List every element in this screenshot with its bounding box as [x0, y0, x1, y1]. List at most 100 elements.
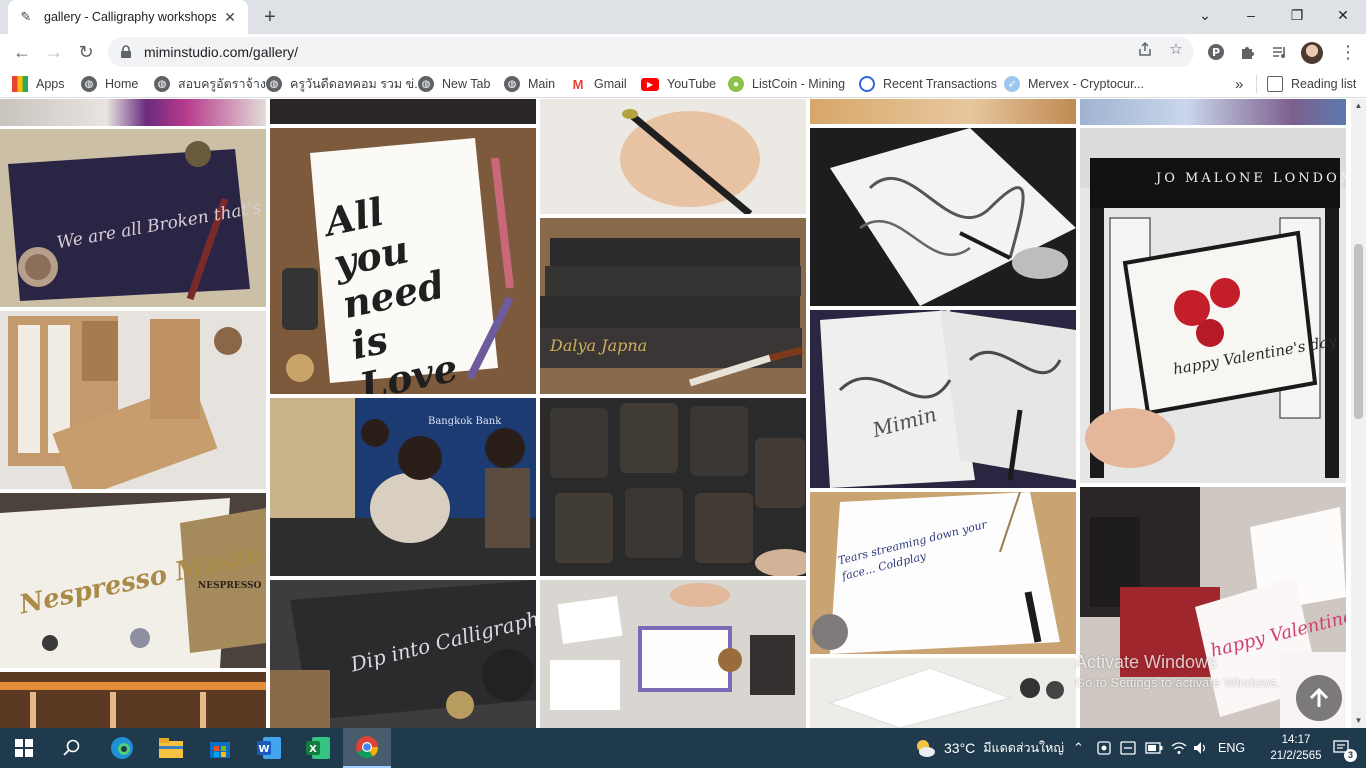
- browser-toolbar: ← → ↻ miminstudio.com/gallery/ ☆ P ⋮: [0, 34, 1366, 70]
- gallery-image[interactable]: Dip into Calligraphy: [270, 580, 536, 728]
- bookmark-mervex[interactable]: ➶ Mervex - Cryptocur...: [1004, 75, 1144, 93]
- bookmark-star-icon[interactable]: ☆: [1164, 38, 1188, 60]
- tab-search-button[interactable]: ⌄: [1182, 0, 1228, 30]
- search-button[interactable]: [48, 728, 96, 768]
- gallery-image[interactable]: [0, 99, 266, 126]
- gallery-grid: We are all Broken that's how the Light g…: [0, 99, 1351, 728]
- bookmark-label: Apps: [36, 77, 65, 91]
- gallery-image[interactable]: We are all Broken that's how the Light g…: [0, 129, 266, 307]
- image-caption: Bangkok Bank: [428, 416, 502, 427]
- bookmark-apps[interactable]: Apps: [12, 75, 65, 93]
- chrome-app[interactable]: [343, 728, 391, 768]
- gallery-image[interactable]: [810, 128, 1076, 306]
- tab-close-button[interactable]: ✕: [222, 9, 238, 25]
- gallery-image[interactable]: [540, 99, 806, 214]
- profile-avatar[interactable]: [1301, 42, 1323, 64]
- gallery-image[interactable]: [1080, 99, 1346, 125]
- youtube-icon: ▶: [641, 77, 659, 91]
- reload-button[interactable]: ↻: [72, 38, 100, 66]
- volume-icon[interactable]: [1193, 728, 1209, 768]
- new-tab-button[interactable]: +: [258, 5, 282, 29]
- gallery-image[interactable]: [270, 99, 536, 124]
- share-icon[interactable]: [1133, 38, 1157, 60]
- extension-p-icon[interactable]: P: [1204, 40, 1228, 64]
- wifi-icon[interactable]: [1171, 728, 1187, 768]
- gmail-icon: M: [570, 76, 586, 92]
- forward-button[interactable]: →: [40, 38, 68, 66]
- system-clock[interactable]: 14:17 21/2/2565: [1268, 732, 1324, 764]
- file-explorer-app[interactable]: [147, 728, 195, 768]
- windows-taskbar: W X 33°C มีแดดส่วนใหญ่ ⌃ ENG 14:17 21/2/…: [0, 728, 1366, 768]
- bookmark-label: ครูวันดีดอทคอม รวม ข่...: [290, 77, 425, 91]
- show-hidden-icons-button[interactable]: ⌃: [1073, 728, 1084, 768]
- listcoin-icon: ●: [728, 76, 744, 92]
- scroll-up-arrow[interactable]: ▲: [1351, 99, 1366, 113]
- bookmark-listcoin[interactable]: ● ListCoin - Mining: [728, 75, 845, 93]
- excel-app[interactable]: X: [294, 728, 342, 768]
- gallery-image[interactable]: JO MALONE LONDON happy Valentine's day: [1080, 128, 1346, 483]
- weather-widget[interactable]: 33°C มีแดดส่วนใหญ่: [914, 728, 1064, 768]
- minimize-button[interactable]: –: [1228, 0, 1274, 30]
- start-button[interactable]: [0, 728, 48, 768]
- svg-text:X: X: [309, 744, 317, 755]
- reading-list-button[interactable]: Reading list: [1256, 75, 1356, 93]
- notification-count-badge: 3: [1344, 749, 1357, 762]
- close-window-button[interactable]: ✕: [1320, 0, 1366, 30]
- apps-grid-icon: [12, 76, 28, 92]
- page-scrollbar[interactable]: ▲ ▼: [1351, 99, 1366, 728]
- gallery-image[interactable]: Nespresso Master Origin NESPRESSO: [0, 493, 266, 668]
- sun-cloud-icon: [917, 740, 935, 757]
- edge-app[interactable]: [98, 728, 146, 768]
- edge-icon: [111, 737, 133, 759]
- lock-icon[interactable]: [120, 45, 134, 59]
- activate-subtitle: Go to Settings to activate Windows.: [1075, 675, 1281, 690]
- bookmark-youtube[interactable]: ▶ YouTube: [641, 75, 716, 93]
- bookmark-home[interactable]: ◍ Home: [81, 75, 138, 93]
- menu-kebab-icon[interactable]: ⋮: [1336, 40, 1360, 64]
- gallery-image[interactable]: [810, 658, 1076, 728]
- store-icon: [210, 742, 230, 758]
- back-button[interactable]: ←: [8, 38, 36, 66]
- bookmark-kruwandee[interactable]: ◍ ครูวันดีดอทคอม รวม ข่...: [266, 75, 425, 93]
- chrome-icon: [356, 736, 379, 759]
- gallery-image[interactable]: [0, 311, 266, 489]
- gallery-image[interactable]: Mimin: [810, 310, 1076, 488]
- image-caption: Dalya Japna: [550, 336, 648, 355]
- gallery-image[interactable]: [540, 580, 806, 728]
- word-app[interactable]: W: [245, 728, 293, 768]
- gallery-image[interactable]: Dalya Japna: [540, 218, 806, 394]
- bookmark-main[interactable]: ◍ Main: [504, 75, 555, 93]
- rolling-with-mimin-photo: [810, 310, 1076, 488]
- action-center-button[interactable]: 3: [1322, 728, 1362, 768]
- gallery-image[interactable]: [540, 398, 806, 576]
- bookmark-new-tab[interactable]: ◍ New Tab: [418, 75, 490, 93]
- address-bar[interactable]: miminstudio.com/gallery/: [108, 37, 1194, 67]
- store-app[interactable]: [196, 728, 244, 768]
- scroll-to-top-button[interactable]: [1296, 675, 1342, 721]
- gallery-image[interactable]: All you need is Love: [270, 128, 536, 394]
- bookmarks-overflow-button[interactable]: »: [1235, 75, 1243, 93]
- bookmark-recent-transactions[interactable]: Recent Transactions: [859, 75, 997, 93]
- scroll-down-arrow[interactable]: ▼: [1351, 714, 1366, 728]
- battery-icon[interactable]: [1145, 728, 1163, 768]
- globe-icon: ◍: [266, 76, 282, 92]
- bookmark-gmail[interactable]: M Gmail: [570, 75, 627, 93]
- active-tab[interactable]: ✎ gallery - Calligraphy workshops a ✕: [8, 0, 248, 34]
- scrollbar-thumb[interactable]: [1354, 244, 1363, 419]
- bookmark-label: ListCoin - Mining: [752, 77, 846, 91]
- restore-button[interactable]: ❐: [1274, 0, 1320, 30]
- bookmark-label: Home: [105, 77, 139, 91]
- meet-now-icon[interactable]: [1097, 728, 1111, 768]
- notification-tray-icon[interactable]: [1120, 728, 1136, 768]
- input-language-button[interactable]: ENG: [1218, 728, 1245, 768]
- bookmark-label: Gmail: [594, 77, 627, 91]
- media-control-icon[interactable]: [1267, 40, 1291, 64]
- gallery-image[interactable]: [810, 99, 1076, 124]
- gallery-image[interactable]: Bangkok Bank: [270, 398, 536, 576]
- gallery-image[interactable]: Tears streaming down your face... Coldpl…: [810, 492, 1076, 654]
- gallery-image[interactable]: [0, 672, 266, 728]
- globe-icon: ◍: [154, 76, 170, 92]
- extensions-puzzle-icon[interactable]: [1236, 40, 1260, 64]
- bookmark-teacher-exam[interactable]: ◍ สอบครูอัตราจ้าง: [154, 75, 266, 93]
- bookmark-label: Main: [528, 77, 556, 91]
